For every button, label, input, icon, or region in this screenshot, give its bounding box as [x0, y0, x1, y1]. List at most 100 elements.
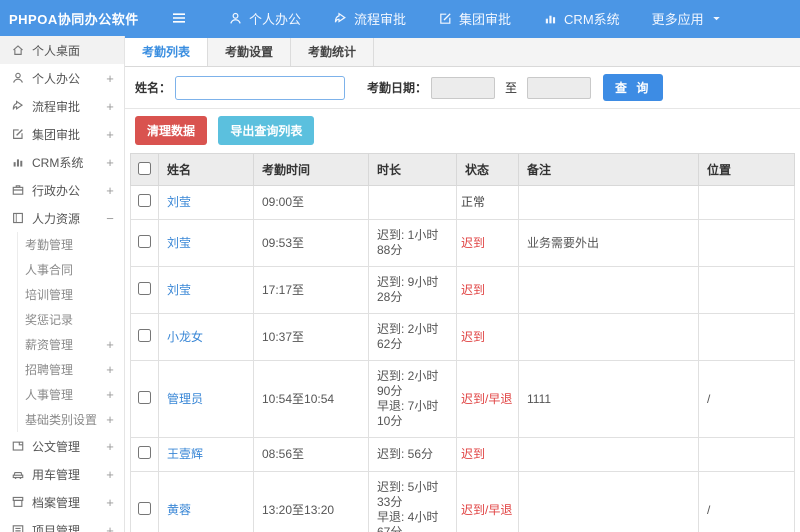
sidebar-item-label: 项目管理 [32, 523, 81, 532]
cell-checkbox [130, 313, 159, 361]
cell-name: 刘莹 [158, 185, 254, 220]
status-badge: 迟到/早退 [461, 502, 513, 517]
caret-down-icon [710, 12, 723, 25]
nav-item[interactable]: 流程审批 [317, 0, 422, 36]
export-list-button[interactable]: 导出查询列表 [218, 116, 315, 145]
cell-duration [368, 185, 457, 220]
row-checkbox[interactable] [138, 328, 151, 342]
date-from-input[interactable] [431, 76, 496, 99]
tab-item[interactable]: 考勤统计 [291, 38, 375, 66]
tab-active[interactable]: 考勤列表 [125, 38, 209, 66]
sidebar-subitem[interactable]: 招聘管理 + [18, 357, 124, 382]
expand-toggle[interactable]: + [104, 467, 116, 482]
cell-name: 黄蓉 [158, 471, 254, 532]
sidebar-subitem[interactable]: 考勤管理 [18, 232, 124, 257]
sidebar-item[interactable]: 流程审批 + [0, 92, 124, 120]
row-checkbox[interactable] [138, 194, 151, 207]
expand-toggle[interactable]: + [104, 183, 116, 198]
sidebar-item[interactable]: 人力资源 − [0, 204, 124, 232]
expand-toggle[interactable]: + [104, 495, 116, 510]
table-row: 小龙女 10:37至 迟到: 2小时62分 迟到 [130, 313, 795, 361]
cell-location [698, 266, 795, 314]
cell-status: 迟到 [456, 437, 519, 472]
sidebar-item[interactable]: 项目管理 + [0, 516, 124, 532]
duration-line: 早退: 7小时10分 [377, 399, 439, 428]
status-badge: 迟到 [461, 282, 486, 297]
row-checkbox[interactable] [138, 501, 151, 515]
tab-item[interactable]: 考勤设置 [208, 38, 292, 66]
sidebar-item[interactable]: 集团审批 + [0, 120, 124, 148]
nav-item[interactable]: 集团审批 [422, 0, 527, 36]
employee-name-link[interactable]: 刘莹 [167, 283, 191, 297]
row-checkbox[interactable] [138, 390, 151, 404]
sidebar-item[interactable]: 个人办公 + [0, 64, 124, 92]
sidebar-item[interactable]: 个人桌面 [0, 36, 124, 64]
cell-status: 迟到/早退 [456, 360, 519, 438]
column-header: 位置 [698, 153, 795, 186]
expand-toggle[interactable]: + [104, 155, 116, 170]
archive-icon [11, 495, 25, 509]
nav-item-label: CRM系统 [564, 11, 620, 27]
nav-item-label: 个人办公 [249, 11, 302, 27]
expand-toggle[interactable]: + [104, 412, 116, 427]
sidebar-subitem[interactable]: 培训管理 [18, 282, 124, 307]
row-checkbox[interactable] [138, 281, 151, 295]
expand-toggle[interactable]: + [104, 439, 116, 454]
cell-status: 迟到 [456, 219, 519, 267]
sidebar-subitem[interactable]: 薪资管理 + [18, 332, 124, 357]
table-header-row: 姓名 考勤时间 时长 状态 备注 位置 [130, 153, 795, 186]
employee-name-link[interactable]: 小龙女 [167, 330, 203, 344]
search-button[interactable]: 查 询 [603, 74, 664, 101]
user-icon [228, 11, 243, 26]
nav-item[interactable]: CRM系统 [527, 0, 636, 36]
expand-toggle[interactable]: + [104, 362, 116, 377]
cell-checkbox [130, 219, 159, 267]
select-all-checkbox[interactable] [138, 161, 151, 175]
row-checkbox[interactable] [138, 446, 151, 459]
nav-item[interactable]: 更多应用 [636, 0, 739, 36]
date-to-label: 至 [505, 81, 518, 95]
duration-line: 迟到: 56分 [377, 447, 434, 461]
employee-name-link[interactable]: 王壹辉 [167, 447, 203, 461]
status-badge: 迟到 [461, 329, 486, 344]
sidebar-subitem[interactable]: 人事合同 [18, 257, 124, 282]
sidebar-item[interactable]: CRM系统 + [0, 148, 124, 176]
sidebar-item-label: 人事合同 [25, 263, 74, 277]
expand-toggle[interactable]: + [104, 71, 116, 86]
cell-duration: 迟到: 2小时90分 早退: 7小时10分 [368, 360, 457, 438]
employee-name-link[interactable]: 黄蓉 [167, 503, 191, 517]
sidebar-subitem[interactable]: 基础类别设置 + [18, 407, 124, 432]
hamburger-menu-icon[interactable] [162, 10, 196, 26]
sidebar-subitem[interactable]: 奖惩记录 [18, 307, 124, 332]
sidebar-item-label: 流程审批 [32, 99, 81, 114]
nav-item[interactable]: 个人办公 [212, 0, 317, 36]
sidebar-item[interactable]: 公文管理 + [0, 432, 124, 460]
date-to-input[interactable] [527, 76, 592, 99]
expand-toggle[interactable]: + [104, 99, 116, 114]
clean-data-button[interactable]: 清理数据 [135, 116, 208, 145]
expand-toggle[interactable]: − [104, 211, 116, 226]
name-input[interactable] [175, 75, 346, 100]
expand-toggle[interactable]: + [104, 337, 116, 352]
row-checkbox[interactable] [138, 234, 151, 248]
sidebar-item-label: 奖惩记录 [25, 313, 74, 327]
sidebar-item-label: 用车管理 [32, 467, 81, 482]
employee-name-link[interactable]: 刘莹 [167, 195, 191, 209]
sidebar-item[interactable]: 行政办公 + [0, 176, 124, 204]
sidebar-submenu: 考勤管理 人事合同 培训管理 奖惩记录 薪资管理 + 招聘管理 + 人事管理 + 基础类别设置 + [17, 232, 124, 432]
expand-toggle[interactable]: + [104, 387, 116, 402]
employee-name-link[interactable]: 管理员 [167, 392, 203, 406]
table-body: 刘莹 09:00至 正常 刘莹 09:53至 迟到: 1小时88分 迟到 业务需要外出 刘莹 17… [130, 185, 795, 532]
expand-toggle[interactable]: + [104, 127, 116, 142]
expand-toggle[interactable]: + [104, 523, 116, 532]
cell-note [518, 313, 699, 361]
sidebar-item-label: 个人桌面 [32, 43, 81, 58]
sidebar-item[interactable]: 用车管理 + [0, 460, 124, 488]
edit-icon [438, 11, 453, 26]
home-icon [11, 43, 25, 57]
sidebar-item-label: 薪资管理 [25, 338, 74, 352]
sidebar-item[interactable]: 档案管理 + [0, 488, 124, 516]
sidebar-subitem[interactable]: 人事管理 + [18, 382, 124, 407]
top-header: PHPOA协同办公软件 个人办公 流程审批 集团审批 CRM系统 更多应用 [0, 0, 800, 36]
employee-name-link[interactable]: 刘莹 [167, 236, 191, 250]
